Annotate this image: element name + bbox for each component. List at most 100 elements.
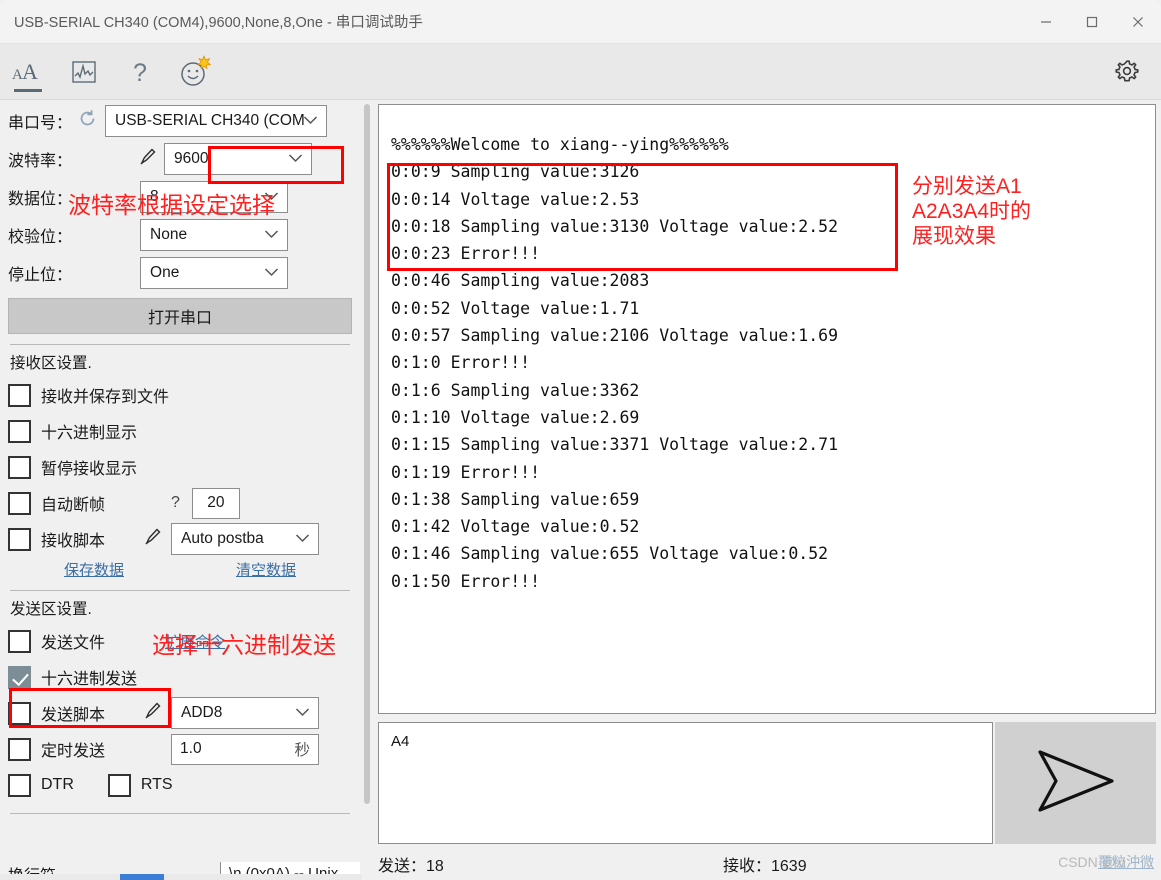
checkbox-rts[interactable]: [107, 773, 131, 797]
dtr-rts-row: DTR RTS: [8, 767, 352, 803]
open-serial-port-button[interactable]: 打开串口: [8, 298, 352, 334]
maximize-button[interactable]: [1069, 0, 1115, 44]
send-arrow-icon: [1034, 748, 1118, 819]
dtr-label: DTR: [41, 776, 74, 793]
send-input-value: A4: [391, 733, 410, 750]
serial-port-value: USB-SERIAL CH340 (COM: [115, 112, 305, 129]
receive-text-area[interactable]: %%%%%%Welcome to xiang--ying%%%%%% 0:0:9…: [378, 104, 1156, 714]
chevron-down-icon: [288, 150, 303, 168]
parity-label: 校验位：: [8, 229, 73, 246]
checkbox-auto-frame-break[interactable]: 自动断帧 ? 20: [8, 485, 352, 521]
checkbox-box: [8, 737, 31, 761]
baud-rate-select[interactable]: 9600: [164, 143, 313, 175]
serial-port-row: 串口号： USB-SERIAL CH340 (COM: [8, 104, 352, 138]
horizontal-scrollbar-thumb[interactable]: [120, 874, 164, 880]
serial-port-label: 串口号：: [8, 115, 73, 132]
hex-send-annotation-text: 选择十六进制发送: [152, 632, 336, 658]
receive-links-row: 保存数据 清空数据: [8, 559, 352, 580]
timed-send-unit-label: 秒: [294, 742, 311, 759]
checkbox-receive-script[interactable]: 接收脚本 Auto postba: [8, 521, 352, 557]
csdn-watermark: CSDN @xi覆粒沖微: [1058, 852, 1154, 872]
refresh-icon[interactable]: [78, 109, 97, 133]
terminal-output: %%%%%%Welcome to xiang--ying%%%%%% 0:0:9…: [391, 135, 839, 591]
checkbox-timed-send[interactable]: 定时发送 1.0 秒: [8, 731, 352, 767]
parity-value: None: [150, 226, 188, 243]
svg-text:?: ?: [133, 59, 147, 86]
close-button[interactable]: [1115, 0, 1161, 44]
open-serial-port-label: 打开串口: [147, 310, 212, 327]
checkbox-hex-display[interactable]: 十六进制显示: [8, 413, 352, 449]
divider-bottom: [10, 813, 350, 814]
pen-icon-baud[interactable]: [136, 146, 158, 173]
chevron-down-icon: [295, 704, 310, 722]
checkbox-send-script[interactable]: 发送脚本 ADD8: [8, 695, 352, 731]
checkbox-box: [8, 629, 31, 653]
send-script-select[interactable]: ADD8: [171, 697, 320, 729]
left-panel-scrollbar[interactable]: [362, 104, 372, 844]
waveform-chart-icon[interactable]: [56, 44, 112, 100]
receive-script-value: Auto postba: [181, 530, 264, 547]
checkbox-label: 十六进制发送: [41, 671, 138, 688]
minimize-button[interactable]: [1023, 0, 1069, 44]
checkbox-box: [8, 665, 31, 689]
checkbox-pause-display[interactable]: 暂停接收显示: [8, 449, 352, 485]
svg-text:A: A: [22, 59, 38, 84]
send-script-value: ADD8: [181, 704, 223, 721]
auto-frame-timeout-value: 20: [207, 494, 225, 511]
checkbox-label: 发送文件: [41, 635, 106, 652]
baud-annotation-text: 波特率根据设定选择: [68, 192, 275, 218]
checkbox-label: 定时发送: [41, 743, 106, 760]
stop-bits-label: 停止位：: [8, 267, 73, 284]
checkbox-box: [8, 455, 31, 479]
pen-icon-send-script[interactable]: [141, 700, 163, 727]
checkbox-box: [8, 701, 31, 725]
window-controls: [1023, 0, 1161, 44]
terminal-annotation-text: 分别发送A1 A2A3A4时的 展现效果: [912, 175, 1032, 248]
checkbox-label: 自动断帧: [41, 497, 106, 514]
toolbar: A A ?: [0, 44, 1161, 100]
stop-bits-value: One: [150, 264, 180, 281]
receive-settings-title: 接收区设置.: [10, 355, 92, 372]
clear-data-link[interactable]: 清空数据: [236, 559, 296, 580]
checkbox-dtr[interactable]: [8, 773, 31, 797]
timed-send-interval-input[interactable]: 1.0 秒: [171, 733, 320, 765]
parity-row: 校验位： None: [8, 218, 352, 252]
question-mark-icon[interactable]: ?: [112, 44, 168, 100]
rts-label: RTS: [140, 776, 173, 793]
checkbox-hex-send[interactable]: 十六进制发送: [8, 659, 352, 695]
checkbox-box: [8, 527, 31, 551]
parity-select[interactable]: None: [140, 219, 289, 251]
save-data-link[interactable]: 保存数据: [64, 559, 124, 580]
font-size-icon[interactable]: A A: [0, 44, 56, 100]
stop-bits-row: 停止位： One: [8, 256, 352, 290]
chevron-down-icon: [264, 226, 279, 244]
send-settings-title: 发送区设置.: [10, 601, 92, 618]
divider-receive: [10, 344, 350, 345]
timed-send-interval-value: 1.0: [180, 740, 202, 757]
checkbox-label: 发送脚本: [41, 707, 106, 724]
auto-frame-timeout-input[interactable]: 20: [191, 487, 240, 519]
smiley-face-icon[interactable]: [168, 44, 224, 100]
baud-rate-row: 波特率： 9600: [8, 142, 352, 176]
auto-frame-hint-icon[interactable]: ?: [171, 494, 180, 512]
pen-icon-receive-script[interactable]: [141, 526, 163, 553]
checkbox-receive-save-file[interactable]: 接收并保存到文件: [8, 377, 352, 413]
horizontal-scrollbar[interactable]: [0, 874, 362, 880]
send-text-area[interactable]: A4: [378, 722, 993, 844]
status-received-count: 接收：1639: [723, 858, 807, 875]
gear-icon[interactable]: [1105, 50, 1149, 94]
stop-bits-select[interactable]: One: [140, 257, 289, 289]
divider-send: [10, 590, 350, 591]
checkbox-label: 接收并保存到文件: [41, 389, 170, 406]
send-button[interactable]: [995, 722, 1156, 844]
status-bar: 发送：18 接收：1639 CSDN @xi覆粒沖微: [378, 848, 1156, 880]
checkbox-label: 十六进制显示: [41, 425, 138, 442]
watermark-overlay-text: 覆粒沖微: [1098, 854, 1154, 870]
window-title: USB-SERIAL CH340 (COM4),9600,None,8,One …: [14, 15, 423, 31]
receive-script-select[interactable]: Auto postba: [171, 523, 320, 555]
data-bits-label: 数据位：: [8, 191, 73, 208]
serial-debug-assistant-window: USB-SERIAL CH340 (COM4),9600,None,8,One …: [0, 0, 1161, 880]
left-panel-scrollbar-thumb[interactable]: [364, 104, 370, 804]
chevron-down-icon: [295, 530, 310, 548]
serial-port-select[interactable]: USB-SERIAL CH340 (COM: [105, 105, 328, 137]
